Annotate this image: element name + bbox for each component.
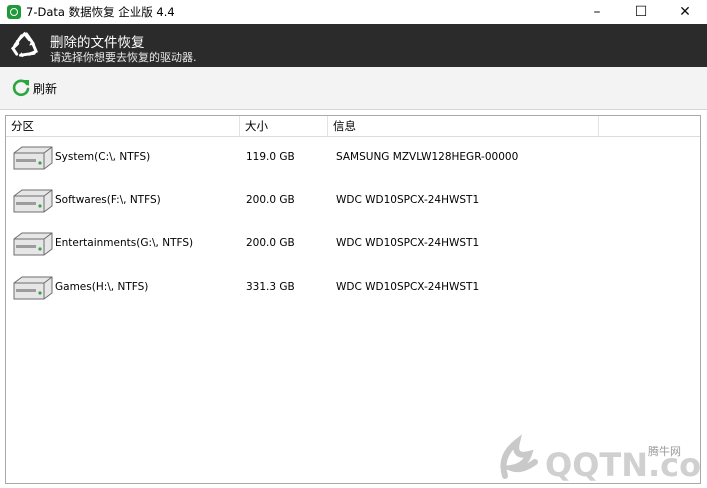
watermark-small-text: 腾牛网 <box>648 445 681 458</box>
minimize-button[interactable]: – <box>575 0 619 24</box>
table-row[interactable]: System(C:\, NTFS) 119.0 GB SAMSUNG MZVLW… <box>6 143 700 173</box>
partition-size: 200.0 GB <box>246 237 295 249</box>
partition-name: Entertainments(G:\, NTFS) <box>55 237 194 249</box>
column-header-size[interactable]: 大小 <box>240 116 328 136</box>
partition-size: 119.0 GB <box>246 151 295 163</box>
hard-drive-icon <box>13 276 53 300</box>
table-header: 分区 大小 信息 <box>6 116 700 137</box>
table-row[interactable]: Games(H:\, NTFS) 331.3 GB WDC WD10SPCX-2… <box>6 273 700 303</box>
title-bar: 7-Data 数据恢复 企业版 4.4 – ☐ ✕ <box>0 0 707 24</box>
refresh-label: 刷新 <box>33 81 58 96</box>
refresh-icon <box>12 79 30 97</box>
partition-name: Games(H:\, NTFS) <box>55 281 149 293</box>
toolbar: 刷新 <box>0 67 707 110</box>
app-logo-icon <box>7 5 21 19</box>
refresh-button[interactable]: 刷新 <box>11 78 57 98</box>
recycle-icon <box>11 31 39 58</box>
partition-info: WDC WD10SPCX-24HWST1 <box>336 281 480 293</box>
partition-name: System(C:\, NTFS) <box>55 151 151 163</box>
close-button[interactable]: ✕ <box>663 0 707 24</box>
table-row[interactable]: Entertainments(G:\, NTFS) 200.0 GB WDC W… <box>6 229 700 259</box>
partition-info: WDC WD10SPCX-24HWST1 <box>336 194 480 206</box>
drive-table: 分区 大小 信息 System(C:\, NTFS) 119.0 GB SAMS… <box>5 115 701 484</box>
hard-drive-icon <box>13 232 53 256</box>
window-title: 7-Data 数据恢复 企业版 4.4 <box>26 5 175 19</box>
column-header-info[interactable]: 信息 <box>328 116 599 136</box>
column-header-partition[interactable]: 分区 <box>6 116 240 136</box>
partition-info: SAMSUNG MZVLW128HEGR-00000 <box>336 151 519 163</box>
partition-info: WDC WD10SPCX-24HWST1 <box>336 237 480 249</box>
window-controls: – ☐ ✕ <box>575 0 707 24</box>
partition-size: 200.0 GB <box>246 194 295 206</box>
banner-title: 删除的文件恢复 <box>50 35 145 51</box>
banner-subtitle: 请选择你想要去恢复的驱动器. <box>50 51 197 64</box>
partition-size: 331.3 GB <box>246 281 295 293</box>
maximize-button[interactable]: ☐ <box>619 0 663 24</box>
partition-name: Softwares(F:\, NTFS) <box>55 194 161 206</box>
hard-drive-icon <box>13 146 53 170</box>
table-row[interactable]: Softwares(F:\, NTFS) 200.0 GB WDC WD10SP… <box>6 186 700 216</box>
hard-drive-icon <box>13 189 53 213</box>
header-banner: 删除的文件恢复 请选择你想要去恢复的驱动器. <box>0 24 707 67</box>
